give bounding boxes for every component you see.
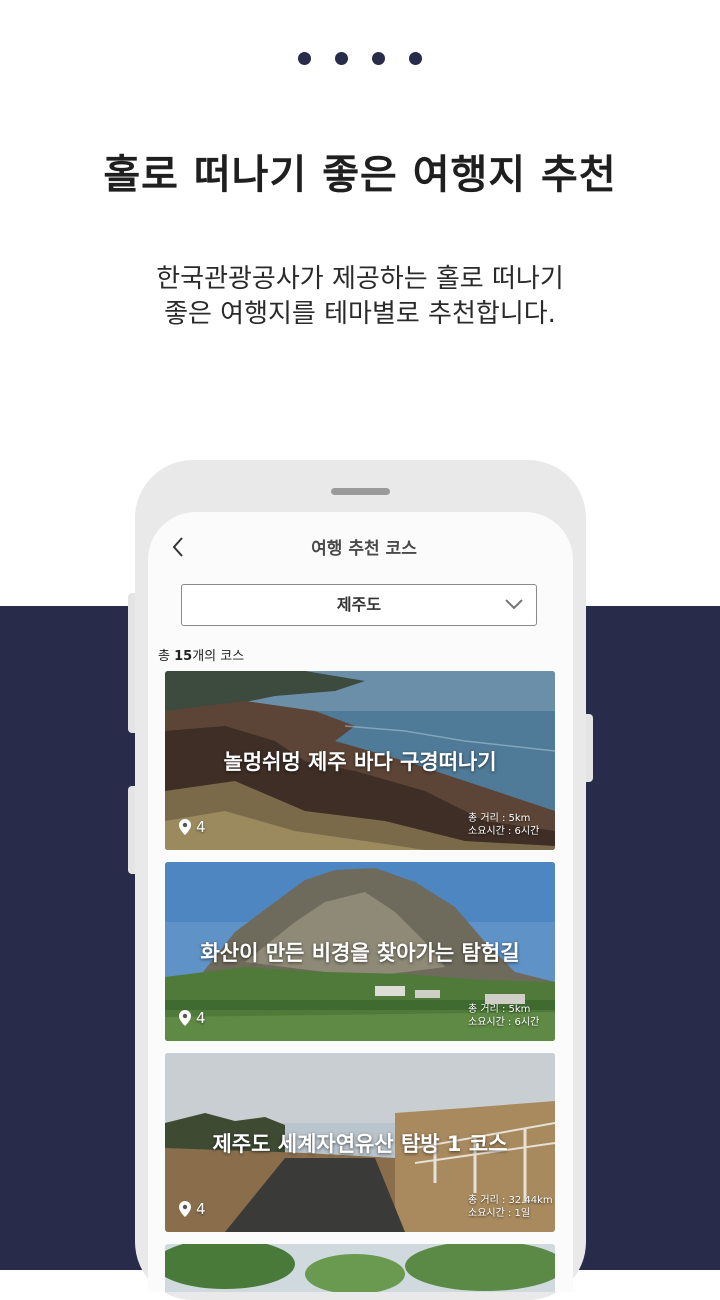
course-duration: 소요시간 : 6시간 <box>468 826 540 837</box>
phone-screen: 여행 추천 코스 제주도 총 15개의 코스 놀멍쉬멍 제주 바다 구경떠나기 … <box>148 512 573 1292</box>
subtext: 한국관광공사가 제공하는 홀로 떠나기 좋은 여행지를 테마별로 추천합니다. <box>0 262 720 332</box>
region-select[interactable]: 제주도 <box>181 584 537 626</box>
course-duration: 소요시간 : 6시간 <box>468 1017 540 1028</box>
course-title: 화산이 만든 비경을 찾아가는 탐험길 <box>200 941 520 965</box>
course-distance: 총 거리 : 5km <box>468 813 531 824</box>
course-card[interactable]: 놀멍쉬멍 제주 바다 구경떠나기 4 총 거리 : 5km 소요시간 : 6시간 <box>165 671 555 850</box>
subtext-line-1: 한국관광공사가 제공하는 홀로 떠나기 <box>156 264 564 294</box>
map-pin-icon <box>179 1201 191 1217</box>
spot-count: 4 <box>179 1009 206 1027</box>
page-dot <box>409 52 422 65</box>
page-dot <box>298 52 311 65</box>
screen-title: 여행 추천 코스 <box>311 539 417 559</box>
page-indicator <box>0 52 720 66</box>
count-prefix: 총 <box>158 649 175 664</box>
course-count: 총 15개의 코스 <box>158 645 244 664</box>
course-photo <box>165 1244 555 1292</box>
course-meta: 총 거리 : 5km 소요시간 : 6시간 <box>468 812 539 838</box>
page-dot <box>335 52 348 65</box>
phone-speaker <box>331 488 390 495</box>
spot-count-value: 4 <box>196 818 206 836</box>
course-meta: 총 거리 : 32.44km 소요시간 : 1일 <box>468 1194 553 1220</box>
spot-count-value: 4 <box>196 1200 206 1218</box>
course-meta: 총 거리 : 5km 소요시간 : 6시간 <box>468 1003 539 1029</box>
course-card[interactable]: 제주도 세계자연유산 탐방 1 코스 4 총 거리 : 32.44km 소요시간… <box>165 1053 555 1232</box>
course-title: 제주도 세계자연유산 탐방 1 코스 <box>212 1132 508 1156</box>
page-dot <box>372 52 385 65</box>
spot-count-value: 4 <box>196 1009 206 1027</box>
chevron-down-icon <box>505 599 523 610</box>
count-suffix: 개의 코스 <box>192 649 245 664</box>
headline: 홀로 떠나기 좋은 여행지 추천 <box>103 152 617 198</box>
spot-count: 4 <box>179 818 206 836</box>
count-number: 15 <box>174 649 193 664</box>
map-pin-icon <box>179 1010 191 1026</box>
course-duration: 소요시간 : 1일 <box>468 1208 531 1219</box>
spot-count: 4 <box>179 1200 206 1218</box>
course-distance: 총 거리 : 5km <box>468 1004 531 1015</box>
map-pin-icon <box>179 819 191 835</box>
course-title: 놀멍쉬멍 제주 바다 구경떠나기 <box>223 750 497 774</box>
course-card[interactable]: 화산이 만든 비경을 찾아가는 탐험길 4 총 거리 : 5km 소요시간 : … <box>165 862 555 1041</box>
course-distance: 총 거리 : 32.44km <box>468 1195 553 1206</box>
course-card[interactable] <box>165 1244 555 1292</box>
subtext-line-2: 좋은 여행지를 테마별로 추천합니다. <box>164 299 556 329</box>
region-selected-label: 제주도 <box>336 595 382 614</box>
